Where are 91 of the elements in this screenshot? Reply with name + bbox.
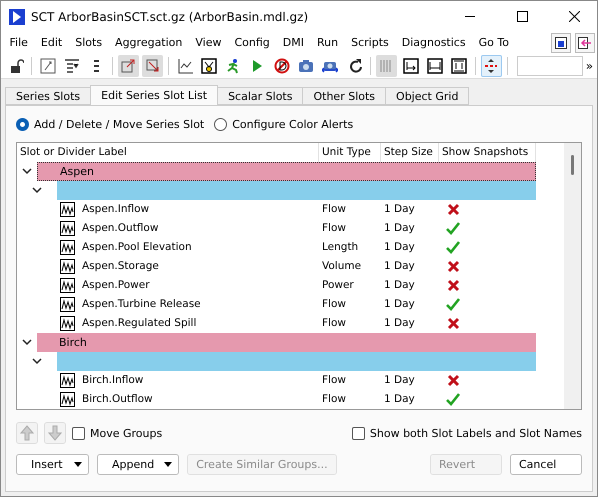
toolbar-field[interactable]	[516, 56, 583, 76]
unit-type-cell-text: Flow	[321, 393, 347, 406]
graph-icon	[60, 372, 75, 388]
check-icon[interactable]	[446, 298, 460, 311]
menu-item[interactable]: Config	[228, 36, 276, 49]
unit-type-cell-text: Flow	[321, 298, 347, 310]
scrollbar[interactable]	[564, 143, 581, 409]
slot-label: Aspen.Storage	[81, 260, 160, 272]
menu-item[interactable]: Go To	[472, 36, 516, 49]
unit-type-cell-text: Flow	[321, 203, 347, 216]
check-icon[interactable]	[446, 240, 460, 254]
cross-icon[interactable]	[446, 260, 460, 273]
option-checkbox[interactable]: Move Groups	[72, 426, 162, 440]
unit-type-cell-text: Power	[321, 279, 355, 292]
close-icon	[568, 11, 580, 22]
graph-icon	[60, 220, 75, 236]
tab[interactable]: Series Slots	[5, 87, 92, 105]
tab[interactable]: Object Grid	[385, 87, 470, 105]
slot-label: Birch.Outflow	[81, 393, 154, 406]
cross-icon[interactable]	[446, 278, 460, 292]
menu-item[interactable]: Aggregation	[108, 36, 189, 49]
window-icon	[555, 36, 567, 48]
window-toggle-button[interactable]	[551, 32, 571, 52]
cross-icon[interactable]	[446, 202, 460, 216]
expand-caret-icon[interactable]	[22, 168, 32, 175]
unit-type-cell-text: Length	[321, 241, 360, 254]
overflow-chevron[interactable]: »	[586, 58, 597, 72]
checkbox-icon[interactable]	[72, 426, 85, 440]
unit-type-cell-text: Flow	[321, 317, 347, 330]
menu-item[interactable]: Slots	[68, 36, 109, 49]
export-icon[interactable]	[118, 54, 139, 76]
menu-item[interactable]: Scripts	[344, 36, 396, 49]
menu-item[interactable]: File	[3, 36, 34, 49]
dock-icon	[578, 36, 592, 48]
slot-label: Birch.Inflow	[81, 374, 144, 386]
slot-label: Aspen.Inflow	[81, 203, 150, 216]
slot-label: Aspen.Turbine Release	[81, 298, 202, 310]
tab[interactable]: Other Slots	[302, 87, 386, 105]
graph-icon	[60, 202, 75, 217]
expand-caret-icon[interactable]	[32, 358, 42, 365]
step-size-cell-text: 1 Day	[383, 393, 416, 406]
unit-type-cell-text: Flow	[321, 374, 347, 386]
spacing-icon[interactable]	[480, 54, 502, 76]
cross-icon[interactable]	[446, 374, 460, 387]
tab[interactable]: Edit Series Slot List	[90, 85, 218, 105]
menu-item[interactable]: Diagnostics	[395, 36, 472, 49]
maximize-icon	[516, 11, 528, 22]
graph-icon	[60, 240, 75, 255]
step-size-cell-text: 1 Day	[383, 279, 416, 292]
menu-item[interactable]: DMI	[276, 36, 311, 49]
dropdown-button[interactable]: Insert	[16, 454, 89, 475]
unit-type-cell-text: Flow	[321, 222, 347, 234]
tab[interactable]: Scalar Slots	[217, 87, 304, 105]
step-size-cell-text: 1 Day	[383, 298, 416, 310]
step-size-cell-text: 1 Day	[383, 317, 416, 330]
window-title: SCT ArborBasinSCT.sct.gz (ArborBasin.mdl.gz)	[31, 10, 310, 24]
slot-label: Aspen.Pool Elevation	[81, 241, 193, 254]
radio-icon[interactable]	[16, 118, 29, 130]
caret-icon	[74, 462, 82, 467]
dropdown-button[interactable]: Append	[97, 454, 180, 475]
step-size-cell-text: 1 Day	[383, 260, 416, 272]
graph-icon	[60, 278, 75, 293]
app-logo-icon	[9, 8, 25, 24]
slot-label: Aspen.Outflow	[81, 222, 160, 234]
checkbox-label: Move Groups	[90, 426, 162, 440]
check-icon[interactable]	[446, 392, 460, 406]
step-size-cell-text: 1 Day	[383, 241, 416, 254]
cross-icon[interactable]	[446, 316, 460, 330]
expand-caret-icon[interactable]	[22, 338, 32, 346]
checkbox-icon[interactable]	[352, 426, 365, 440]
step-size-cell-text: 1 Day	[383, 222, 416, 234]
check-icon[interactable]	[446, 222, 460, 235]
unit-type-cell-text: Volume	[321, 260, 362, 272]
action-button[interactable]: Cancel	[510, 454, 582, 475]
radio-icon[interactable]	[214, 118, 228, 130]
graph-icon	[60, 316, 75, 331]
menu-item[interactable]: View	[188, 36, 228, 49]
step-size-cell-text: 1 Day	[383, 203, 416, 216]
minimize-icon	[465, 16, 475, 18]
dock-button[interactable]	[575, 32, 595, 52]
step-size-cell-text: 1 Day	[383, 374, 416, 386]
menu-item[interactable]: Edit	[34, 36, 69, 49]
menu-item[interactable]: Run	[310, 36, 345, 49]
expand-caret-icon[interactable]	[32, 186, 42, 194]
graph-icon	[60, 296, 75, 312]
import-icon[interactable]	[142, 54, 164, 76]
graph-icon	[60, 392, 75, 407]
caret-icon	[164, 462, 172, 467]
slot-label: Aspen.Regulated Spill	[81, 317, 198, 330]
graph-icon	[60, 258, 75, 274]
slot-label: Aspen.Power	[81, 279, 151, 292]
